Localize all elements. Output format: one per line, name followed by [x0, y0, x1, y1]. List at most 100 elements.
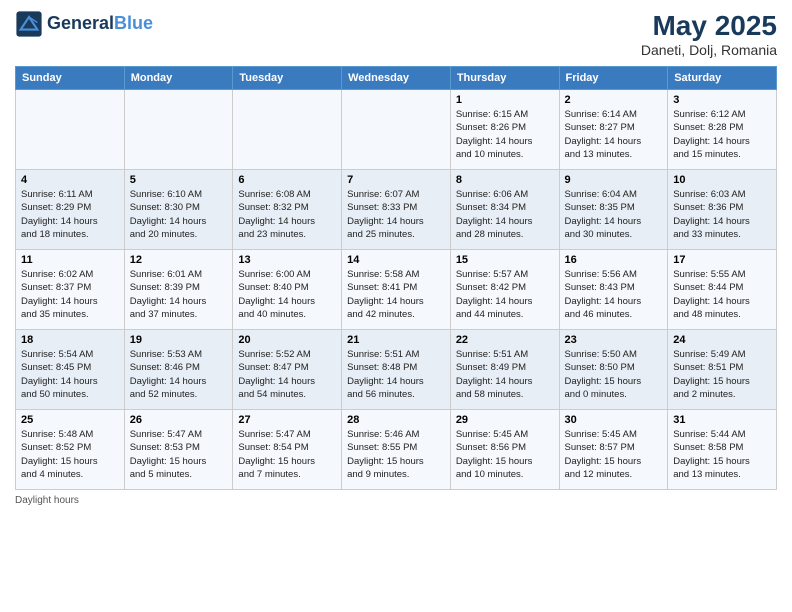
- calendar-cell: 6 Sunrise: 6:08 AMSunset: 8:32 PMDaylight…: [233, 170, 342, 250]
- day-number: 10: [673, 174, 771, 186]
- calendar-cell: 14 Sunrise: 5:58 AMSunset: 8:41 PMDayligh…: [342, 250, 451, 330]
- calendar-cell: 16 Sunrise: 5:56 AMSunset: 8:43 PMDayligh…: [559, 250, 668, 330]
- day-number: 20: [238, 334, 336, 346]
- day-number: 7: [347, 174, 445, 186]
- day-info: Sunrise: 5:47 AMSunset: 8:54 PMDaylight:…: [238, 428, 336, 481]
- day-header-friday: Friday: [559, 67, 668, 90]
- day-header-thursday: Thursday: [450, 67, 559, 90]
- day-number: 12: [130, 254, 228, 266]
- week-row-2: 4Sunrise: 6:11 AMSunset: 8:29 PMDaylight…: [16, 170, 777, 250]
- calendar-cell: 1 Sunrise: 6:15 AMSunset: 8:26 PMDaylight…: [450, 90, 559, 170]
- calendar-cell: 23Sunrise: 5:50 AMSunset: 8:50 PMDayligh…: [559, 330, 668, 410]
- day-header-tuesday: Tuesday: [233, 67, 342, 90]
- calendar-cell: 22 Sunrise: 5:51 AMSunset: 8:49 PMDayligh…: [450, 330, 559, 410]
- calendar-cell: 31 Sunrise: 5:44 AMSunset: 8:58 PMDayligh…: [668, 410, 777, 490]
- day-header-saturday: Saturday: [668, 67, 777, 90]
- page: GeneralBlue May 2025 Daneti, Dolj, Roman…: [0, 0, 792, 612]
- day-number: 19: [130, 334, 228, 346]
- day-number: 18: [21, 334, 119, 346]
- day-header-sunday: Sunday: [16, 67, 125, 90]
- day-number: 6: [238, 174, 336, 186]
- calendar-cell: 24 Sunrise: 5:49 AMSunset: 8:51 PMDayligh…: [668, 330, 777, 410]
- day-info: Sunrise: 6:08 AMSunset: 8:32 PMDaylight:…: [238, 188, 336, 241]
- day-number: 30: [565, 414, 663, 426]
- day-info: Sunrise: 6:04 AMSunset: 8:35 PMDaylight:…: [565, 188, 663, 241]
- day-info: Sunrise: 6:02 AMSunset: 8:37 PMDaylight:…: [21, 268, 119, 321]
- calendar-cell: 20 Sunrise: 5:52 AMSunset: 8:47 PMDayligh…: [233, 330, 342, 410]
- logo: GeneralBlue: [15, 10, 153, 38]
- day-number: 29: [456, 414, 554, 426]
- day-info: Sunrise: 5:56 AMSunset: 8:43 PMDaylight:…: [565, 268, 663, 321]
- calendar-cell: [16, 90, 125, 170]
- calendar-cell: 21 Sunrise: 5:51 AMSunset: 8:48 PMDayligh…: [342, 330, 451, 410]
- calendar-cell: 11 Sunrise: 6:02 AMSunset: 8:37 PMDayligh…: [16, 250, 125, 330]
- calendar-cell: 4Sunrise: 6:11 AMSunset: 8:29 PMDaylight…: [16, 170, 125, 250]
- calendar-cell: 30 Sunrise: 5:45 AMSunset: 8:57 PMDayligh…: [559, 410, 668, 490]
- calendar-cell: 29 Sunrise: 5:45 AMSunset: 8:56 PMDayligh…: [450, 410, 559, 490]
- day-info: Sunrise: 5:58 AMSunset: 8:41 PMDaylight:…: [347, 268, 445, 321]
- day-info: Sunrise: 6:12 AMSunset: 8:28 PMDaylight:…: [673, 108, 771, 161]
- calendar-cell: 9 Sunrise: 6:04 AMSunset: 8:35 PMDaylight…: [559, 170, 668, 250]
- day-info: Sunrise: 6:06 AMSunset: 8:34 PMDaylight:…: [456, 188, 554, 241]
- day-info: Sunrise: 5:49 AMSunset: 8:51 PMDaylight:…: [673, 348, 771, 401]
- day-number: 26: [130, 414, 228, 426]
- day-number: 2: [565, 94, 663, 106]
- day-info: Sunrise: 6:00 AMSunset: 8:40 PMDaylight:…: [238, 268, 336, 321]
- day-info: Sunrise: 6:07 AMSunset: 8:33 PMDaylight:…: [347, 188, 445, 241]
- day-number: 15: [456, 254, 554, 266]
- calendar-cell: 18 Sunrise: 5:54 AMSunset: 8:45 PMDayligh…: [16, 330, 125, 410]
- day-number: 9: [565, 174, 663, 186]
- day-info: Sunrise: 5:52 AMSunset: 8:47 PMDaylight:…: [238, 348, 336, 401]
- day-number: 16: [565, 254, 663, 266]
- day-info: Sunrise: 6:10 AMSunset: 8:30 PMDaylight:…: [130, 188, 228, 241]
- day-info: Sunrise: 6:01 AMSunset: 8:39 PMDaylight:…: [130, 268, 228, 321]
- day-number: 24: [673, 334, 771, 346]
- day-number: 22: [456, 334, 554, 346]
- calendar-cell: 28Sunrise: 5:46 AMSunset: 8:55 PMDayligh…: [342, 410, 451, 490]
- day-info: Sunrise: 5:54 AMSunset: 8:45 PMDaylight:…: [21, 348, 119, 401]
- calendar-title: May 2025: [641, 10, 777, 42]
- week-row-5: 25 Sunrise: 5:48 AMSunset: 8:52 PMDayligh…: [16, 410, 777, 490]
- calendar-cell: 13 Sunrise: 6:00 AMSunset: 8:40 PMDayligh…: [233, 250, 342, 330]
- day-number: 31: [673, 414, 771, 426]
- day-header-wednesday: Wednesday: [342, 67, 451, 90]
- calendar-cell: [124, 90, 233, 170]
- footer-note: Daylight hours: [15, 495, 777, 506]
- day-number: 28: [347, 414, 445, 426]
- calendar-cell: 17 Sunrise: 5:55 AMSunset: 8:44 PMDayligh…: [668, 250, 777, 330]
- calendar-cell: 8Sunrise: 6:06 AMSunset: 8:34 PMDaylight…: [450, 170, 559, 250]
- day-info: Sunrise: 6:14 AMSunset: 8:27 PMDaylight:…: [565, 108, 663, 161]
- day-info: Sunrise: 5:51 AMSunset: 8:49 PMDaylight:…: [456, 348, 554, 401]
- day-info: Sunrise: 5:47 AMSunset: 8:53 PMDaylight:…: [130, 428, 228, 481]
- day-number: 11: [21, 254, 119, 266]
- day-info: Sunrise: 6:15 AMSunset: 8:26 PMDaylight:…: [456, 108, 554, 161]
- calendar-cell: 15 Sunrise: 5:57 AMSunset: 8:42 PMDayligh…: [450, 250, 559, 330]
- day-info: Sunrise: 5:48 AMSunset: 8:52 PMDaylight:…: [21, 428, 119, 481]
- calendar-cell: 25 Sunrise: 5:48 AMSunset: 8:52 PMDayligh…: [16, 410, 125, 490]
- day-number: 3: [673, 94, 771, 106]
- day-info: Sunrise: 6:11 AMSunset: 8:29 PMDaylight:…: [21, 188, 119, 241]
- day-info: Sunrise: 5:45 AMSunset: 8:56 PMDaylight:…: [456, 428, 554, 481]
- day-number: 14: [347, 254, 445, 266]
- calendar-cell: 7 Sunrise: 6:07 AMSunset: 8:33 PMDaylight…: [342, 170, 451, 250]
- calendar-cell: 2 Sunrise: 6:14 AMSunset: 8:27 PMDaylight…: [559, 90, 668, 170]
- day-number: 27: [238, 414, 336, 426]
- calendar-cell: [342, 90, 451, 170]
- week-row-3: 11 Sunrise: 6:02 AMSunset: 8:37 PMDayligh…: [16, 250, 777, 330]
- day-info: Sunrise: 5:55 AMSunset: 8:44 PMDaylight:…: [673, 268, 771, 321]
- day-info: Sunrise: 5:57 AMSunset: 8:42 PMDaylight:…: [456, 268, 554, 321]
- calendar-location: Daneti, Dolj, Romania: [641, 42, 777, 58]
- calendar-cell: 12 Sunrise: 6:01 AMSunset: 8:39 PMDayligh…: [124, 250, 233, 330]
- day-number: 17: [673, 254, 771, 266]
- calendar-table: SundayMondayTuesdayWednesdayThursdayFrid…: [15, 66, 777, 490]
- day-info: Sunrise: 5:53 AMSunset: 8:46 PMDaylight:…: [130, 348, 228, 401]
- day-number: 25: [21, 414, 119, 426]
- day-number: 13: [238, 254, 336, 266]
- day-number: 1: [456, 94, 554, 106]
- day-header-monday: Monday: [124, 67, 233, 90]
- title-block: May 2025 Daneti, Dolj, Romania: [641, 10, 777, 58]
- day-info: Sunrise: 5:44 AMSunset: 8:58 PMDaylight:…: [673, 428, 771, 481]
- day-number: 21: [347, 334, 445, 346]
- day-info: Sunrise: 5:45 AMSunset: 8:57 PMDaylight:…: [565, 428, 663, 481]
- day-info: Sunrise: 5:51 AMSunset: 8:48 PMDaylight:…: [347, 348, 445, 401]
